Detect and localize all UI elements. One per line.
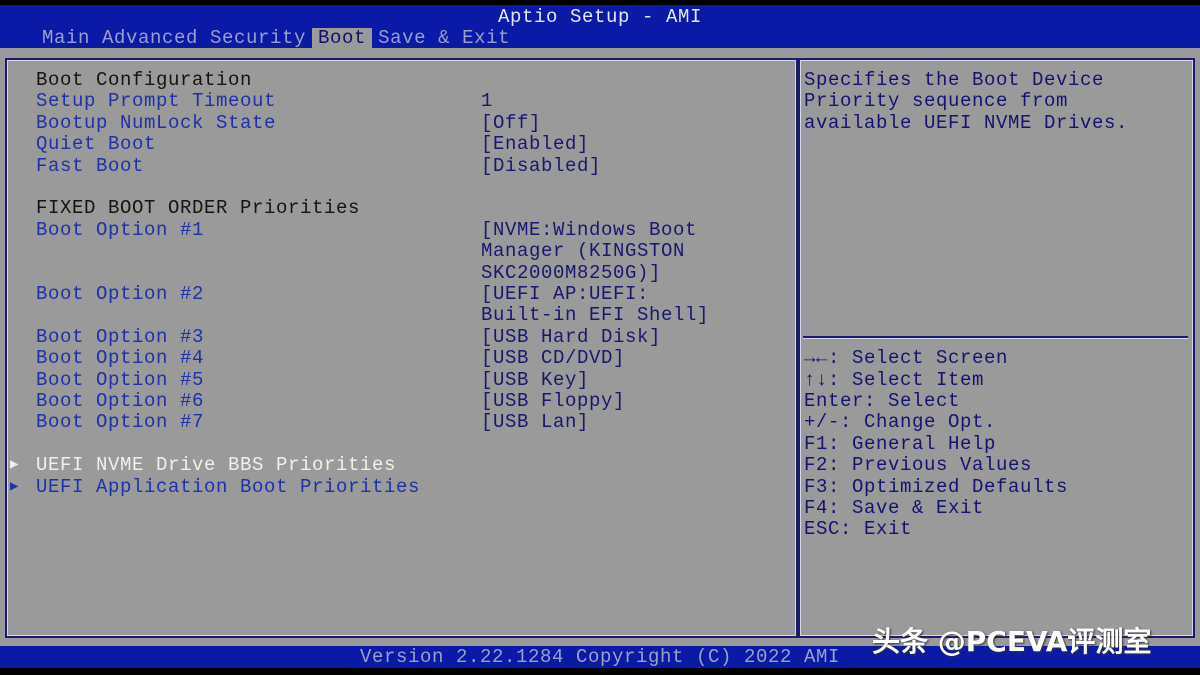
- tab-bar: Main Advanced Security Boot Save & Exit: [36, 28, 516, 48]
- key-hint: →←: Select Screen: [804, 348, 1008, 369]
- boot-option-value[interactable]: Built-in EFI Shell]: [481, 305, 709, 326]
- tab-security[interactable]: Security: [204, 28, 312, 48]
- bottom-border: [0, 668, 1200, 675]
- submenu-arrow-icon: ▶: [10, 455, 19, 476]
- header-bar: Aptio Setup - AMI Main Advanced Security…: [0, 5, 1200, 48]
- key-hint: +/-: Change Opt.: [804, 412, 996, 433]
- boot-option-label[interactable]: Boot Option #4: [36, 348, 204, 369]
- key-hint: F3: Optimized Defaults: [804, 477, 1068, 498]
- help-description: available UEFI NVME Drives.: [804, 113, 1128, 134]
- section-heading: Boot Configuration: [36, 70, 252, 91]
- boot-option-value[interactable]: [USB Floppy]: [481, 391, 625, 412]
- boot-option-value[interactable]: SKC2000M8250G)]: [481, 263, 661, 284]
- boot-option-label[interactable]: Boot Option #6: [36, 391, 204, 412]
- tab-boot[interactable]: Boot: [312, 28, 372, 48]
- boot-option-label[interactable]: Boot Option #5: [36, 370, 204, 391]
- boot-option-label[interactable]: Boot Option #3: [36, 327, 204, 348]
- setting-label[interactable]: Setup Prompt Timeout: [36, 91, 276, 112]
- setting-label[interactable]: Quiet Boot: [36, 134, 156, 155]
- help-divider: [803, 336, 1188, 339]
- tab-main[interactable]: Main: [36, 28, 96, 48]
- boot-option-value[interactable]: [USB CD/DVD]: [481, 348, 625, 369]
- submenu-item[interactable]: UEFI NVME Drive BBS Priorities: [36, 455, 396, 476]
- key-hint: F4: Save & Exit: [804, 498, 984, 519]
- submenu-arrow-icon: ▶: [10, 477, 19, 498]
- boot-option-value[interactable]: [USB Lan]: [481, 412, 589, 433]
- section-heading: FIXED BOOT ORDER Priorities: [36, 198, 360, 219]
- help-description: Priority sequence from: [804, 91, 1068, 112]
- key-hint: F2: Previous Values: [804, 455, 1032, 476]
- app-title: Aptio Setup - AMI: [0, 7, 1200, 27]
- setting-value[interactable]: 1: [481, 91, 493, 112]
- boot-option-value[interactable]: [NVME:Windows Boot: [481, 220, 697, 241]
- key-hint: ESC: Exit: [804, 519, 912, 540]
- key-hint: ↑↓: Select Item: [804, 370, 984, 391]
- tab-advanced[interactable]: Advanced: [96, 28, 204, 48]
- setting-value[interactable]: [Off]: [481, 113, 541, 134]
- key-hint: F1: General Help: [804, 434, 996, 455]
- setting-value[interactable]: [Enabled]: [481, 134, 589, 155]
- tab-save-exit[interactable]: Save & Exit: [372, 28, 516, 48]
- boot-option-label[interactable]: Boot Option #2: [36, 284, 204, 305]
- boot-option-value[interactable]: [USB Key]: [481, 370, 589, 391]
- boot-option-label[interactable]: Boot Option #1: [36, 220, 204, 241]
- boot-option-value[interactable]: [UEFI AP:UEFI:: [481, 284, 649, 305]
- setting-label[interactable]: Fast Boot: [36, 156, 144, 177]
- boot-option-label[interactable]: Boot Option #7: [36, 412, 204, 433]
- setting-value[interactable]: [Disabled]: [481, 156, 601, 177]
- watermark: 头条 @PCEVA评测室: [872, 620, 1151, 660]
- boot-option-value[interactable]: Manager (KINGSTON: [481, 241, 685, 262]
- setting-label[interactable]: Bootup NumLock State: [36, 113, 276, 134]
- submenu-item[interactable]: UEFI Application Boot Priorities: [36, 477, 420, 498]
- key-hint: Enter: Select: [804, 391, 960, 412]
- boot-option-value[interactable]: [USB Hard Disk]: [481, 327, 661, 348]
- help-description: Specifies the Boot Device: [804, 70, 1104, 91]
